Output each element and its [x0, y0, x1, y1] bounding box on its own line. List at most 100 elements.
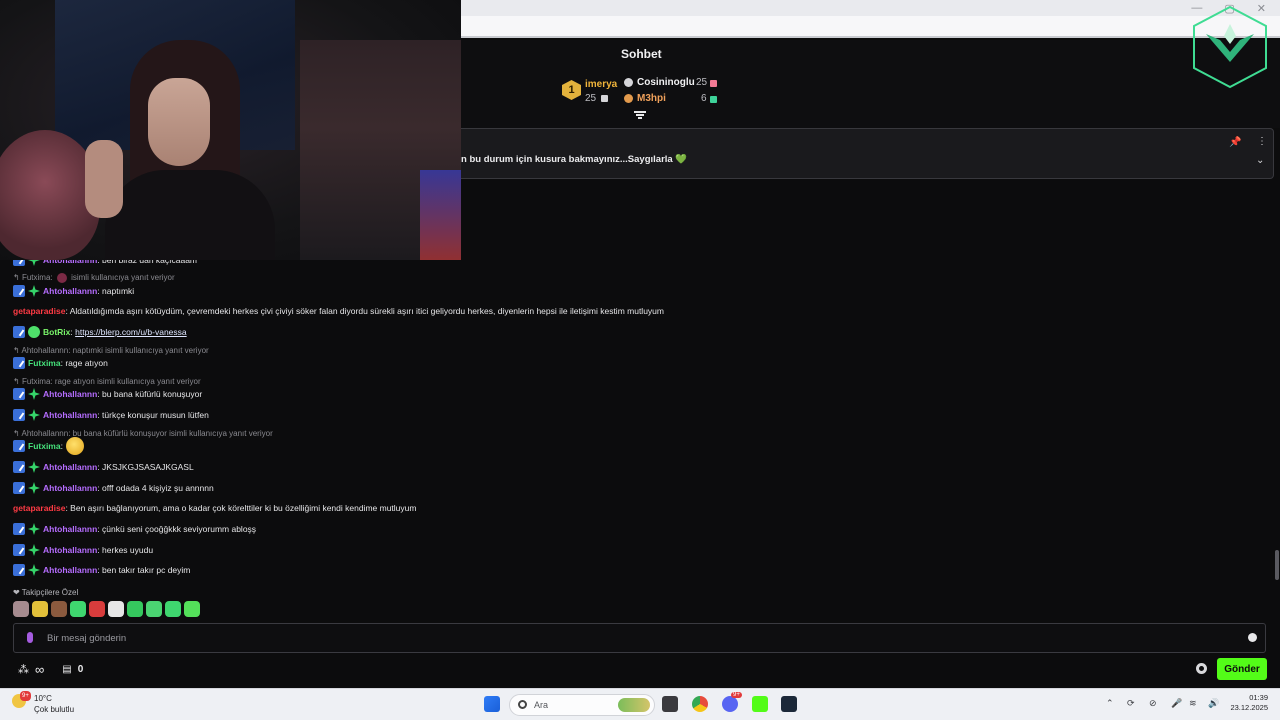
webcam-overlay: [0, 0, 461, 260]
username[interactable]: Ahtohallannn: [43, 483, 97, 493]
leader-2-value: 25: [696, 77, 708, 88]
gift-icon: [601, 95, 608, 102]
points-icon[interactable]: ⁂: [18, 663, 29, 676]
chat-message[interactable]: Ahtohallannn: ben takır takır pc deyim: [13, 562, 190, 578]
gear-icon[interactable]: [1196, 663, 1207, 674]
leader-1-value: 25: [585, 93, 597, 104]
reply-context[interactable]: ↰ Ahtohallannn: naptımki isimli kullanıc…: [13, 346, 209, 355]
chrome-icon[interactable]: [692, 696, 708, 712]
username[interactable]: Futxima: [28, 441, 61, 451]
followers-only-label: ❤ Takipçilere Özel: [13, 588, 79, 597]
chat-message[interactable]: Ahtohallannn: türkçe konuşur musun lütfe…: [13, 407, 209, 423]
username[interactable]: Ahtohallannn: [43, 286, 97, 296]
reply-context[interactable]: ↰ Futxima: isimli kullanıcıya yanıt veri…: [13, 273, 175, 283]
emote-angry-icon[interactable]: [89, 601, 105, 617]
username[interactable]: BotRix: [43, 327, 70, 337]
username[interactable]: Ahtohallannn: [43, 389, 97, 399]
tray-sync-icon[interactable]: ⟳: [1127, 698, 1135, 709]
username[interactable]: getaparadise: [13, 503, 65, 513]
tray-expand-icon[interactable]: ⌃: [1106, 698, 1114, 709]
chat-message[interactable]: getaparadise: Ben aşırı bağlanıyorum, am…: [13, 500, 416, 516]
moderator-icon: [13, 461, 25, 473]
username[interactable]: Futxima: [28, 358, 61, 368]
moderator-icon: [13, 326, 25, 338]
chat-title: Sohbet: [621, 47, 662, 61]
send-button[interactable]: Gönder: [1217, 658, 1267, 680]
tray-mic-icon[interactable]: 🎤: [1171, 698, 1182, 709]
emoji-picker-icon[interactable]: [1248, 633, 1257, 642]
chat-message[interactable]: Ahtohallannn: bu bana küfürlü konuşuyor: [13, 386, 202, 402]
file-explorer-icon[interactable]: [662, 696, 678, 712]
moderator-icon: [13, 544, 25, 556]
tray-volume-icon[interactable]: 🔊: [1208, 698, 1219, 709]
message-box: [13, 623, 1266, 653]
more-options-icon[interactable]: ⋮: [1257, 136, 1267, 147]
verified-icon: [28, 326, 40, 338]
message-text: : çünkü seni çooğğkkk seviyorumm abloşş: [97, 524, 257, 534]
username[interactable]: Ahtohallannn: [43, 462, 97, 472]
moderator-icon: [13, 285, 25, 297]
username[interactable]: Ahtohallannn: [43, 545, 97, 555]
points-value: ∞: [35, 662, 45, 677]
chat-scrollbar[interactable]: [1275, 550, 1279, 580]
kick-app-icon[interactable]: [752, 696, 768, 712]
reply-text: Ahtohallannn: naptımki isimli kullanıcıy…: [21, 346, 209, 355]
pinned-message[interactable]: n bu durum için kusura bakmayınız...Sayg…: [461, 128, 1274, 179]
chat-message[interactable]: Futxima: rage atıyon: [13, 355, 108, 371]
emote-cat-icon[interactable]: [13, 601, 29, 617]
leader-3-name[interactable]: M3hpi: [637, 93, 666, 104]
reply-context[interactable]: ↰ Ahtohallannn: bu bana küfürlü konuşuyo…: [13, 429, 273, 438]
store-icon[interactable]: ▤: [62, 664, 71, 675]
message-text: :: [70, 327, 73, 337]
moderator-icon: [13, 440, 25, 452]
channel-logo: [1193, 5, 1267, 89]
emote-kick-icon[interactable]: [184, 601, 200, 617]
chevron-down-icon[interactable]: ⌄: [1256, 155, 1264, 166]
pin-icon[interactable]: 📌: [1229, 137, 1241, 148]
username[interactable]: Ahtohallannn: [43, 410, 97, 420]
screen: — ▢ ✕ Sohbet 1 imerya 25 Cosininoglu 25 …: [0, 0, 1280, 720]
message-link[interactable]: https://blerp.com/u/b-vanessa: [75, 327, 187, 337]
windows-start-icon[interactable]: [484, 696, 500, 712]
leader-1-name[interactable]: imerya: [585, 79, 617, 90]
system-clock[interactable]: 01:39 23.12.2025: [1228, 693, 1268, 713]
chat-message[interactable]: BotRix: https://blerp.com/u/b-vanessa: [13, 324, 187, 340]
username[interactable]: getaparadise: [13, 306, 65, 316]
filter-icon[interactable]: [634, 110, 646, 120]
moderator-icon: [13, 564, 25, 576]
badge-icon: [624, 78, 633, 87]
username[interactable]: Ahtohallannn: [43, 565, 97, 575]
chat-header: Sohbet 1 imerya 25 Cosininoglu 25 M3hpi …: [461, 40, 1280, 128]
address-bar[interactable]: [461, 16, 1280, 36]
emote-leaf-icon[interactable]: [146, 601, 162, 617]
username[interactable]: Ahtohallannn: [43, 524, 97, 534]
chat-message[interactable]: Ahtohallannn: JKSJKGJSASAJKGASL: [13, 459, 194, 475]
chat-message[interactable]: Ahtohallannn: herkes uyudu: [13, 542, 153, 558]
steam-icon[interactable]: [781, 696, 797, 712]
temperature: 10°C: [34, 694, 52, 703]
microphone-icon[interactable]: [27, 632, 33, 643]
clock-time: 01:39: [1249, 693, 1268, 702]
emote-frog-icon[interactable]: [70, 601, 86, 617]
chat-message[interactable]: Ahtohallannn: çünkü seni çooğğkkk seviyo…: [13, 521, 256, 537]
emote-dog-icon[interactable]: [32, 601, 48, 617]
reply-context[interactable]: ↰ Futxima: rage atıyon isimli kullanıcıy…: [13, 377, 201, 386]
message-text: : Ben aşırı bağlanıyorum, ama o kadar ço…: [65, 503, 417, 513]
leader-2-name[interactable]: Cosininoglu: [637, 77, 695, 88]
weather-badge: 9+: [20, 691, 31, 701]
message-input[interactable]: [47, 629, 1227, 647]
chat-message[interactable]: Futxima:: [13, 437, 84, 455]
emote-skull-icon[interactable]: [108, 601, 124, 617]
discord-icon[interactable]: [722, 696, 738, 712]
taskbar-search[interactable]: Ara: [509, 694, 655, 716]
sparkle-icon: [28, 482, 40, 494]
emote-blob-icon[interactable]: [165, 601, 181, 617]
chat-message[interactable]: getaparadise: Aldatıldığımda aşırı kötüy…: [13, 303, 664, 319]
chat-message[interactable]: Ahtohallannn: naptımki: [13, 283, 134, 299]
tray-network-off-icon[interactable]: ⊘: [1149, 698, 1157, 709]
chat-message[interactable]: Ahtohallannn: offf odada 4 kişiyiz şu an…: [13, 480, 214, 496]
emote-face-icon[interactable]: [51, 601, 67, 617]
avatar: [56, 273, 67, 283]
tray-wifi-icon[interactable]: ≋: [1189, 698, 1197, 709]
emote-chat-icon[interactable]: [127, 601, 143, 617]
